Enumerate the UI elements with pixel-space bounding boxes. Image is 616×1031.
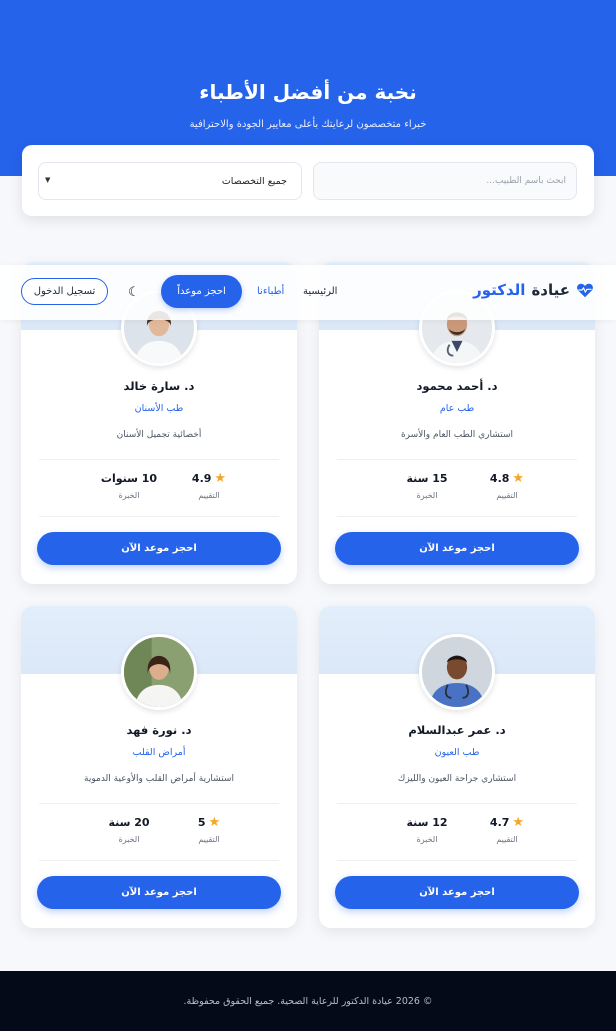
rating-value: 5 (197, 816, 206, 829)
divider (39, 803, 279, 804)
specialty-select-value: جميع التخصصات (221, 175, 287, 187)
experience-value: 15 سنة (406, 472, 448, 485)
doctor-search-input[interactable] (313, 162, 577, 200)
rating-value: 4.7 (489, 816, 510, 829)
rating-label: التقييم (496, 835, 518, 844)
divider (337, 516, 577, 517)
divider (39, 860, 279, 861)
dark-mode-toggle-moon-icon[interactable]: ☾ (128, 285, 140, 300)
rating-stat: ★ 4.8 التقييم (477, 472, 537, 500)
divider (39, 459, 279, 460)
experience-label: الخبرة (118, 835, 140, 844)
nav-link-doctors[interactable]: أطباءنا (257, 286, 284, 297)
experience-value: 10 سنوات (100, 472, 158, 485)
star-icon: ★ (208, 815, 221, 830)
doctor-description: استشاري الطب العام والأسرة (400, 430, 514, 440)
nav-link-home[interactable]: الرئيسية (303, 286, 337, 297)
rating-label: التقييم (496, 491, 518, 500)
experience-stat: 15 سنة الخبرة (387, 472, 467, 500)
doctor-photo (419, 634, 495, 710)
doctor-description: أخصائية تجميل الأسنان (116, 430, 202, 440)
specialty-select[interactable]: جميع التخصصات ▼ (38, 162, 302, 200)
book-appointment-button[interactable]: احجز موعد الآن (335, 532, 579, 565)
brand-logo[interactable]: عيادة الدكتور (473, 281, 594, 299)
doctor-specialty: طب الأسنان (134, 403, 184, 414)
search-card: جميع التخصصات ▼ (22, 145, 594, 216)
experience-stat: 12 سنة الخبرة (387, 816, 467, 844)
experience-label: الخبرة (416, 835, 438, 844)
book-appointment-button[interactable]: احجز موعد الآن (335, 876, 579, 909)
divider (337, 459, 577, 460)
rating-value: 4.8 (489, 472, 510, 485)
doctor-card: د. نورة فهد أمراض القلب استشارية أمراض ا… (21, 606, 297, 928)
brand-name-part1: عيادة (531, 281, 570, 299)
doctor-specialty: أمراض القلب (132, 747, 186, 758)
experience-value: 20 سنة (108, 816, 150, 829)
doctor-description: استشاري جراحة العيون والليزك (397, 774, 517, 784)
brand-name-part2: الدكتور (473, 281, 526, 299)
book-appointment-button[interactable]: احجز موعد الآن (37, 876, 281, 909)
doctor-name: د. نورة فهد (126, 723, 192, 737)
experience-label: الخبرة (416, 491, 438, 500)
login-button[interactable]: تسجيل الدخول (21, 278, 108, 305)
doctor-name: د. عمر عبدالسلام (408, 723, 506, 737)
hero-title: نخبة من أفضل الأطباء (199, 80, 417, 104)
doctor-description: استشارية أمراض القلب والأوعية الدموية (84, 774, 234, 784)
star-icon: ★ (512, 815, 525, 830)
hero-subtitle: خبراء متخصصون لرعايتك بأعلى معايير الجود… (189, 119, 427, 130)
chevron-down-icon: ▼ (45, 176, 51, 184)
rating-stat: ★ 5 التقييم (179, 816, 239, 844)
rating-label: التقييم (198, 491, 220, 500)
doctor-specialty: طب عام (439, 403, 475, 414)
star-icon: ★ (512, 471, 525, 486)
book-appointment-button[interactable]: احجز موعد الآن (37, 532, 281, 565)
rating-label: التقييم (198, 835, 220, 844)
footer: © 2026 عيادة الدكتور للرعاية الصحية. جمي… (0, 971, 616, 1031)
doctor-name: د. سارة خالد (123, 379, 195, 393)
doctor-photo (121, 634, 197, 710)
navbar: عيادة الدكتور الرئيسية أطباءنا احجز موعد… (0, 265, 616, 320)
doctor-specialty: طب العيون (434, 747, 480, 758)
experience-label: الخبرة (118, 491, 140, 500)
star-icon: ★ (214, 471, 227, 486)
rating-stat: ★ 4.9 التقييم (179, 472, 239, 500)
experience-value: 12 سنة (406, 816, 448, 829)
nav-book-button[interactable]: احجز موعداً (161, 275, 242, 308)
rating-stat: ★ 4.7 التقييم (477, 816, 537, 844)
footer-copyright: © 2026 عيادة الدكتور للرعاية الصحية. جمي… (183, 995, 433, 1007)
divider (337, 803, 577, 804)
experience-stat: 10 سنوات الخبرة (89, 472, 169, 500)
divider (39, 516, 279, 517)
experience-stat: 20 سنة الخبرة (89, 816, 169, 844)
divider (337, 860, 577, 861)
rating-value: 4.9 (191, 472, 212, 485)
doctor-name: د. أحمد محمود (416, 379, 498, 393)
heartbeat-icon (577, 283, 593, 298)
doctor-card: د. عمر عبدالسلام طب العيون استشاري جراحة… (319, 606, 595, 928)
